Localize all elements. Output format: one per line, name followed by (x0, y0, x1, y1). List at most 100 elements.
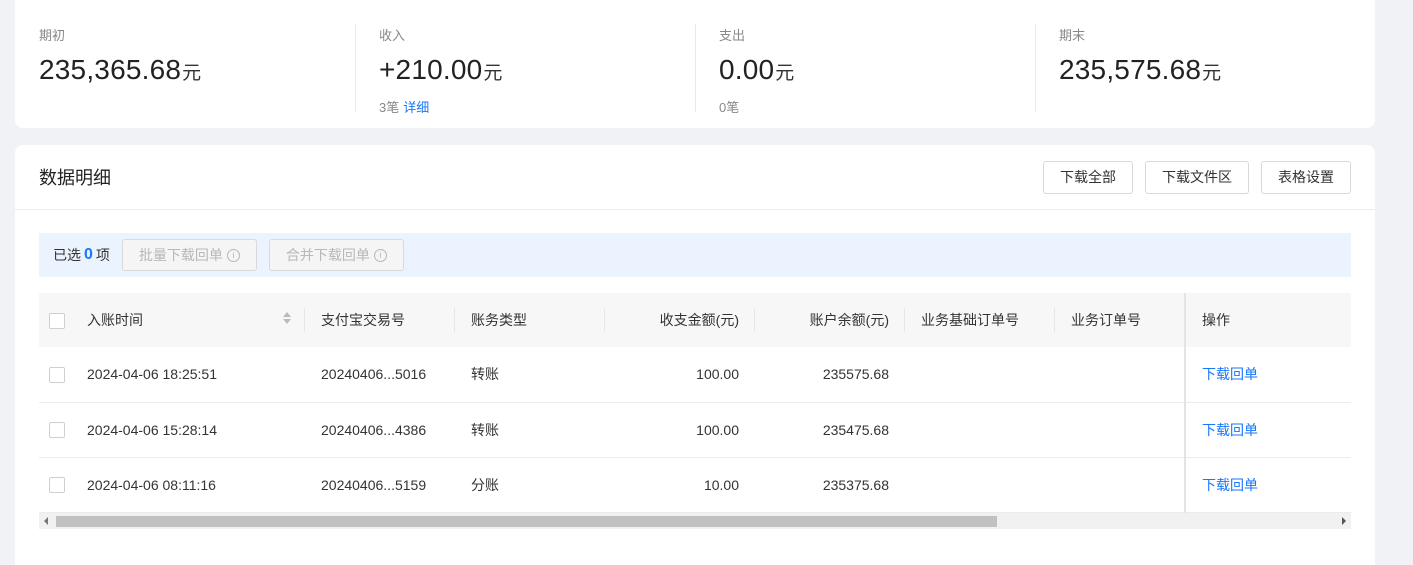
cell-base-order (905, 457, 1055, 513)
download-receipt-link[interactable]: 下载回单 (1202, 366, 1258, 382)
row-select-cell (39, 402, 73, 458)
header-actions: 下载全部 下载文件区 表格设置 (1043, 160, 1351, 194)
download-receipt-link[interactable]: 下载回单 (1202, 477, 1258, 493)
selection-prefix: 已选 (53, 247, 81, 263)
stat-label: 收入 (379, 28, 406, 43)
column-header-action: 操作 (1184, 293, 1351, 347)
column-header-label: 账户余额(元) (809, 312, 889, 328)
cell-base-order (905, 402, 1055, 458)
stat-opening: 期初 235,365.68元 (15, 0, 355, 128)
stat-label: 支出 (719, 28, 746, 43)
cell-action: 下载回单 (1184, 402, 1351, 458)
row-checkbox[interactable] (49, 366, 65, 383)
stat-amount: +210.00 (379, 54, 483, 85)
column-header-alipay-no: 支付宝交易号 (305, 293, 455, 347)
cell-time: 2024-04-06 08:11:16 (73, 457, 305, 513)
batch-download-button[interactable]: 批量下载回单 i (121, 239, 257, 271)
cell-alipay-no: 20240406...4386 (305, 402, 455, 458)
stat-unit: 元 (182, 63, 202, 84)
stat-count: 0笔 (719, 100, 740, 115)
cell-balance: 235575.68 (755, 347, 905, 403)
stat-unit: 元 (1202, 63, 1222, 84)
detail-table: 入账时间 支付宝交易号 账务类型 收支金额(元) 账户余额(元) 业务基础订单号… (39, 293, 1351, 513)
cell-alipay-no: 20240406...5159 (305, 457, 455, 513)
scrollbar-thumb[interactable] (56, 516, 997, 527)
cell-amount: 10.00 (605, 457, 755, 513)
scroll-right-icon[interactable] (1342, 517, 1346, 525)
selection-count: 0 (84, 246, 93, 263)
stat-value: 0.00元 (719, 53, 1035, 91)
cell-base-order (905, 347, 1055, 403)
batch-download-label: 批量下载回单 (138, 247, 223, 263)
merge-download-button[interactable]: 合并下载回单 i (268, 239, 404, 271)
page-title: 数据明细 (39, 168, 111, 188)
column-header-base-order: 业务基础订单号 (905, 293, 1055, 347)
table-row: 2024-04-06 18:25:51 20240406...5016 转账 1… (39, 347, 1351, 403)
stat-closing: 期末 235,575.68元 (1035, 0, 1375, 128)
table-row: 2024-04-06 08:11:16 20240406...5159 分账 1… (39, 457, 1351, 513)
stat-value: +210.00元 (379, 53, 695, 91)
cell-balance: 235475.68 (755, 402, 905, 458)
info-circle-icon[interactable]: i (373, 248, 387, 262)
stat-unit: 元 (775, 63, 795, 84)
row-checkbox[interactable] (49, 422, 65, 439)
cell-order (1055, 402, 1185, 458)
column-header-label: 操作 (1202, 312, 1230, 328)
summary-panel: 期初 235,365.68元 收入 +210.00元 3笔 详细 支出 0.00元… (15, 0, 1375, 128)
scroll-left-icon[interactable] (44, 517, 48, 525)
column-header-label: 业务订单号 (1071, 312, 1141, 328)
column-header-time[interactable]: 入账时间 (73, 293, 305, 347)
detail-card: 数据明细 下载全部 下载文件区 表格设置 已选 0 项 批量下载回单 i 合并下… (15, 145, 1375, 565)
stat-sub: 0笔 (719, 100, 1035, 116)
download-all-button[interactable]: 下载全部 (1043, 160, 1133, 194)
detail-header: 数据明细 下载全部 下载文件区 表格设置 (15, 145, 1375, 210)
stat-income: 收入 +210.00元 3笔 详细 (355, 0, 695, 128)
merge-download-label: 合并下载回单 (285, 247, 370, 263)
column-header-label: 账务类型 (471, 312, 527, 328)
selection-bar: 已选 0 项 批量下载回单 i 合并下载回单 i (39, 233, 1351, 277)
row-select-cell (39, 457, 73, 513)
select-all-cell (39, 293, 73, 347)
cell-action: 下载回单 (1184, 457, 1351, 513)
column-header-amount: 收支金额(元) (605, 293, 755, 347)
stat-label: 期末 (1059, 28, 1086, 43)
detail-table-container: 入账时间 支付宝交易号 账务类型 收支金额(元) 账户余额(元) 业务基础订单号… (39, 293, 1351, 533)
table-header-row: 入账时间 支付宝交易号 账务类型 收支金额(元) 账户余额(元) 业务基础订单号… (39, 293, 1351, 347)
row-checkbox[interactable] (49, 477, 65, 494)
cell-action: 下载回单 (1184, 347, 1351, 403)
stat-sub: 3笔 详细 (379, 100, 695, 116)
column-header-label: 支付宝交易号 (321, 312, 405, 328)
stat-value: 235,365.68元 (39, 53, 355, 91)
info-circle-icon[interactable]: i (226, 248, 240, 262)
table-settings-button[interactable]: 表格设置 (1261, 160, 1351, 194)
stat-value: 235,575.68元 (1059, 53, 1375, 91)
stat-label: 期初 (39, 28, 66, 43)
select-all-checkbox[interactable] (49, 312, 65, 329)
download-receipt-link[interactable]: 下载回单 (1202, 422, 1258, 438)
cell-time: 2024-04-06 18:25:51 (73, 347, 305, 403)
cell-amount: 100.00 (605, 347, 755, 403)
stat-amount: 0.00 (719, 54, 775, 85)
download-files-button[interactable]: 下载文件区 (1145, 160, 1249, 194)
stat-expense: 支出 0.00元 0笔 (695, 0, 1035, 128)
column-header-label: 收支金额(元) (659, 312, 739, 328)
column-header-order: 业务订单号 (1055, 293, 1185, 347)
income-detail-link[interactable]: 详细 (403, 100, 429, 115)
sort-icon[interactable] (283, 312, 291, 324)
selection-suffix: 项 (95, 247, 110, 263)
column-header-label: 业务基础订单号 (921, 312, 1019, 328)
row-select-cell (39, 347, 73, 403)
stat-unit: 元 (483, 63, 503, 84)
horizontal-scrollbar[interactable] (39, 513, 1351, 529)
table-row: 2024-04-06 15:28:14 20240406...4386 转账 1… (39, 402, 1351, 458)
cell-type: 转账 (455, 402, 605, 458)
stat-count: 3笔 (379, 100, 400, 115)
stat-amount: 235,575.68 (1059, 54, 1202, 85)
column-header-label: 入账时间 (87, 312, 143, 328)
cell-amount: 100.00 (605, 402, 755, 458)
cell-order (1055, 457, 1185, 513)
column-header-balance: 账户余额(元) (755, 293, 905, 347)
cell-order (1055, 347, 1185, 403)
cell-balance: 235375.68 (755, 457, 905, 513)
cell-alipay-no: 20240406...5016 (305, 347, 455, 403)
